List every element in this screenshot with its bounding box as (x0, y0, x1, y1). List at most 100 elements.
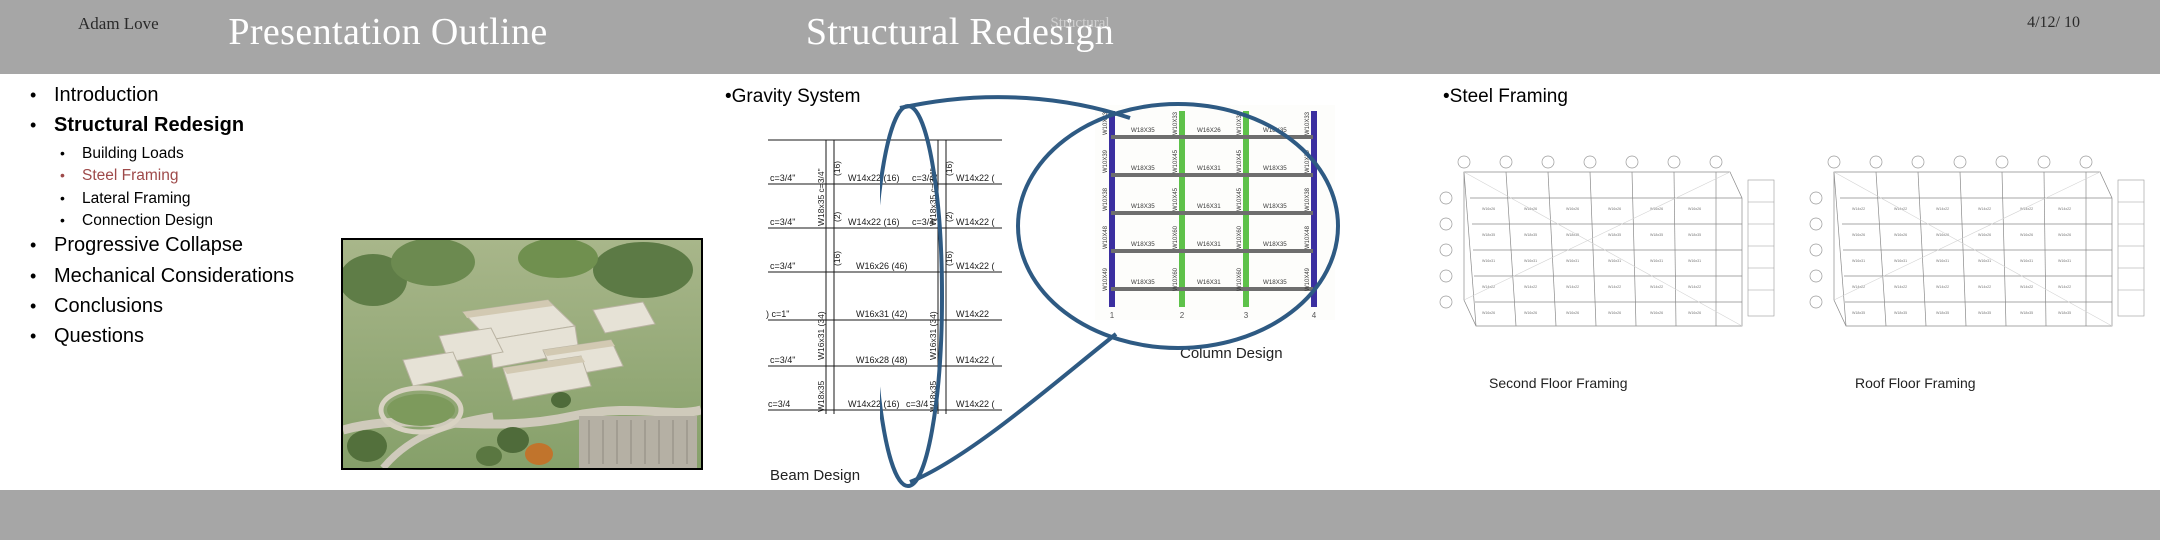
svg-text:W14x22 (: W14x22 ( (956, 261, 995, 271)
svg-text:W18X35: W18X35 (1263, 203, 1287, 210)
svg-text:W16X31: W16X31 (1197, 279, 1221, 286)
svg-text:c=3/4: c=3/4 (768, 399, 790, 409)
svg-text:W16x26: W16x26 (1688, 311, 1701, 315)
outline-item-label: Questions (54, 325, 145, 348)
campus-aerial-photo (341, 238, 703, 470)
svg-text:W18x35: W18x35 (1650, 233, 1663, 237)
svg-text:W16x26: W16x26 (1482, 207, 1495, 211)
svg-text:W10X33: W10X33 (1103, 111, 1109, 135)
outline-item-label: Lateral Framing (82, 189, 191, 207)
svg-text:1: 1 (1110, 311, 1115, 320)
svg-text:W16x26: W16x26 (1852, 233, 1865, 237)
svg-text:W18x35: W18x35 (1936, 311, 1949, 315)
svg-text:W16x31: W16x31 (2020, 259, 2033, 263)
svg-text:W18x35: W18x35 (1978, 311, 1991, 315)
svg-text:W14x22: W14x22 (1566, 285, 1579, 289)
bullet-icon: • (60, 167, 65, 184)
outline-item-connection-design[interactable]: • Connection Design (60, 212, 360, 229)
svg-text:W18X35: W18X35 (1263, 165, 1287, 172)
svg-text:(16): (16) (944, 251, 954, 266)
svg-text:W18x35 c=3/4": W18x35 c=3/4" (928, 168, 938, 226)
svg-text:W10X60: W10X60 (1237, 267, 1243, 291)
svg-text:W14x22 (: W14x22 ( (956, 355, 995, 365)
svg-text:W16x26: W16x26 (1608, 311, 1621, 315)
svg-text:W16x31: W16x31 (1566, 259, 1579, 263)
svg-text:W16X31: W16X31 (1197, 241, 1221, 248)
svg-text:W16x26: W16x26 (1482, 311, 1495, 315)
svg-text:W10X48: W10X48 (1103, 225, 1109, 249)
svg-text:W14x22: W14x22 (2058, 207, 2071, 211)
svg-text:W18X35: W18X35 (1131, 241, 1155, 248)
svg-text:W18X35: W18X35 (1263, 241, 1287, 248)
svg-text:W16x26: W16x26 (1566, 207, 1579, 211)
svg-text:c=3/4": c=3/4" (770, 261, 795, 271)
outline-item-building-loads[interactable]: • Building Loads (60, 145, 360, 162)
outline-item-questions[interactable]: • Questions (30, 325, 360, 347)
svg-text:W14x22 (16): W14x22 (16) (848, 217, 900, 227)
svg-text:(2): (2) (944, 211, 954, 222)
svg-text:3: 3 (1244, 311, 1249, 320)
svg-text:W14x22: W14x22 (1650, 285, 1663, 289)
svg-text:W18x35: W18x35 (2058, 311, 2071, 315)
svg-text:W14x22: W14x22 (956, 309, 989, 319)
svg-text:W16X31: W16X31 (1197, 165, 1221, 172)
svg-text:W18X35: W18X35 (1263, 279, 1287, 286)
outline-item-lateral-framing[interactable]: • Lateral Framing (60, 190, 360, 207)
bullet-icon: • (30, 296, 37, 316)
outline-item-label: Mechanical Considerations (54, 264, 295, 287)
svg-text:W16x31: W16x31 (1978, 259, 1991, 263)
svg-text:c=3/4": c=3/4" (770, 217, 795, 227)
second-floor-framing-caption: Second Floor Framing (1489, 375, 1628, 391)
outline-item-label: Introduction (54, 84, 159, 106)
svg-text:W18x35: W18x35 (928, 381, 938, 412)
bullet-icon: • (30, 265, 37, 286)
svg-text:W14x22: W14x22 (1978, 285, 1991, 289)
svg-text:W14x22: W14x22 (1852, 207, 1865, 211)
svg-text:W10X60: W10X60 (1237, 225, 1243, 249)
svg-text:W16x26: W16x26 (1566, 311, 1579, 315)
svg-text:W10X49: W10X49 (1103, 267, 1109, 291)
bullet-icon: • (30, 85, 37, 105)
presentation-outline-list: • Introduction • Structural Redesign • B… (30, 84, 360, 356)
svg-text:W18X35: W18X35 (1263, 127, 1287, 134)
bullet-icon: • (30, 115, 37, 136)
outline-item-steel-framing[interactable]: • Steel Framing (60, 167, 360, 184)
svg-text:W16x26 (46): W16x26 (46) (856, 261, 908, 271)
svg-text:(2): (2) (832, 211, 842, 222)
outline-item-mechanical-considerations[interactable]: • Mechanical Considerations (30, 265, 360, 287)
svg-text:W16x31 (34): W16x31 (34) (816, 311, 826, 360)
outline-item-structural-redesign[interactable]: • Structural Redesign (30, 114, 360, 136)
svg-text:W10X33: W10X33 (1237, 111, 1243, 135)
svg-text:W10X60: W10X60 (1173, 267, 1179, 291)
outline-item-progressive-collapse[interactable]: • Progressive Collapse (30, 234, 360, 256)
svg-text:2: 2 (1180, 311, 1185, 320)
svg-text:W10X60: W10X60 (1173, 225, 1179, 249)
bullet-icon: • (30, 326, 37, 347)
svg-text:W18x35: W18x35 (816, 381, 826, 412)
svg-text:W10X39: W10X39 (1103, 149, 1109, 173)
svg-text:4: 4 (1312, 311, 1317, 320)
svg-text:W16x31 (42): W16x31 (42) (856, 309, 908, 319)
svg-text:W18x35: W18x35 (1608, 233, 1621, 237)
svg-text:W18X35: W18X35 (1131, 127, 1155, 134)
svg-text:W10X45: W10X45 (1173, 149, 1179, 173)
outline-item-label: Building Loads (82, 144, 184, 162)
svg-text:W14x22: W14x22 (1936, 285, 1949, 289)
svg-text:W16x26: W16x26 (2020, 233, 2033, 237)
svg-text:W14x22 (: W14x22 ( (956, 173, 995, 183)
column-design-caption: Column Design (1180, 345, 1283, 362)
svg-text:W16X31: W16X31 (1197, 203, 1221, 210)
svg-text:W10X33: W10X33 (1173, 111, 1179, 135)
footer-section: Structural (1050, 15, 1110, 31)
svg-text:W14x22 (16): W14x22 (16) (848, 399, 900, 409)
outline-item-label: Steel Framing (82, 167, 179, 185)
svg-text:W16X26: W16X26 (1197, 127, 1221, 134)
svg-text:W14x22: W14x22 (1688, 285, 1701, 289)
bullet-icon: • (60, 189, 65, 206)
svg-text:W10X38: W10X38 (1305, 187, 1311, 211)
outline-item-conclusions[interactable]: • Conclusions (30, 295, 360, 317)
svg-text:(16): (16) (832, 161, 842, 176)
svg-text:W18x35: W18x35 (1524, 233, 1537, 237)
outline-item-introduction[interactable]: • Introduction (30, 84, 360, 106)
svg-text:c=3/4: c=3/4 (906, 399, 928, 409)
